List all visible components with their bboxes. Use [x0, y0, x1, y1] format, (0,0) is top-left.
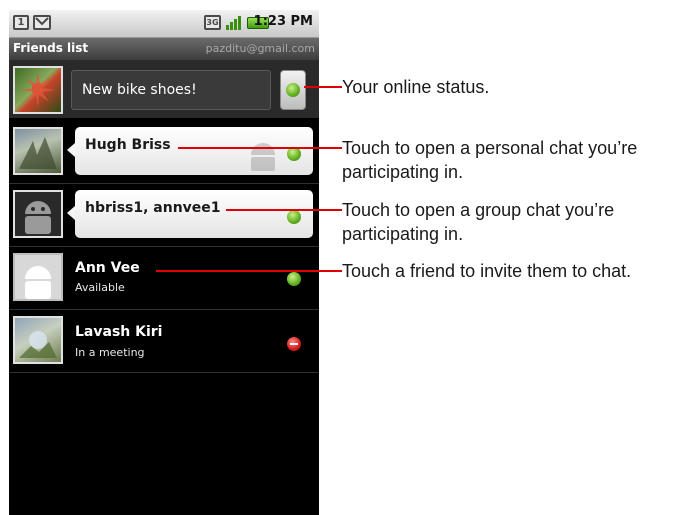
friend-name: Lavash Kiri — [75, 324, 163, 340]
callout-line-invite-friend — [156, 270, 342, 272]
friend-name: Ann Vee — [75, 260, 140, 276]
callout-online-status: Your online status. — [342, 77, 490, 97]
avatar — [13, 316, 63, 364]
divider — [9, 246, 319, 247]
title-bar: Friends list pazditu@gmail.com — [9, 38, 319, 60]
status-time: 1:23 PM — [253, 14, 313, 29]
avatar — [13, 253, 63, 301]
account-email: pazditu@gmail.com — [205, 42, 315, 55]
page-title: Friends list — [13, 41, 89, 55]
avatar — [13, 190, 63, 238]
callout-line-group-chat — [226, 209, 342, 211]
callout-line-personal-chat — [178, 147, 342, 149]
gmail-icon — [33, 15, 51, 30]
chat-bubble[interactable]: Hugh Briss — [67, 127, 313, 175]
friend-row-ann-vee[interactable]: Ann Vee Available — [9, 249, 319, 305]
available-status-icon — [287, 210, 301, 224]
sim-icon: 1 — [13, 15, 29, 30]
friend-name: hbriss1, annvee1 — [85, 200, 221, 216]
chat-row-group[interactable]: hbriss1, annvee1 — [9, 187, 319, 243]
available-status-icon — [287, 147, 301, 161]
network-3g-icon: 3G — [204, 15, 221, 30]
available-status-icon — [287, 272, 301, 286]
status-message-input[interactable]: New bike shoes! — [71, 70, 271, 110]
friend-status-text: In a meeting — [75, 346, 145, 359]
status-bar: 1 3G 1:23 PM — [9, 10, 319, 38]
online-status-button[interactable] — [280, 70, 306, 110]
phone-screen: 1 3G 1:23 PM Friends list pazditu@gmail.… — [9, 10, 319, 515]
callout-invite-friend: Touch a friend to invite them to chat. — [342, 261, 632, 281]
divider — [9, 372, 319, 373]
busy-status-icon — [287, 337, 301, 351]
callout-group-chat: Touch to open a group chat you’re partic… — [342, 200, 615, 244]
online-status-icon — [286, 83, 300, 97]
divider — [9, 183, 319, 184]
callout-line-online-status — [304, 86, 342, 88]
chat-bubble[interactable]: hbriss1, annvee1 — [67, 190, 313, 238]
chat-row-hugh-briss[interactable]: Hugh Briss — [9, 124, 319, 180]
my-status-row: New bike shoes! — [9, 60, 319, 118]
signal-bars-icon — [225, 15, 243, 30]
android-watermark-icon — [243, 141, 283, 171]
friend-status-text: Available — [75, 281, 125, 294]
my-avatar[interactable] — [13, 66, 63, 114]
callout-personal-chat: Touch to open a personal chat you’re par… — [342, 138, 638, 182]
avatar — [13, 127, 63, 175]
status-message-text: New bike shoes! — [82, 82, 197, 98]
friend-name: Hugh Briss — [85, 137, 171, 153]
divider — [9, 309, 319, 310]
friend-row-lavash-kiri[interactable]: Lavash Kiri In a meeting — [9, 311, 319, 369]
